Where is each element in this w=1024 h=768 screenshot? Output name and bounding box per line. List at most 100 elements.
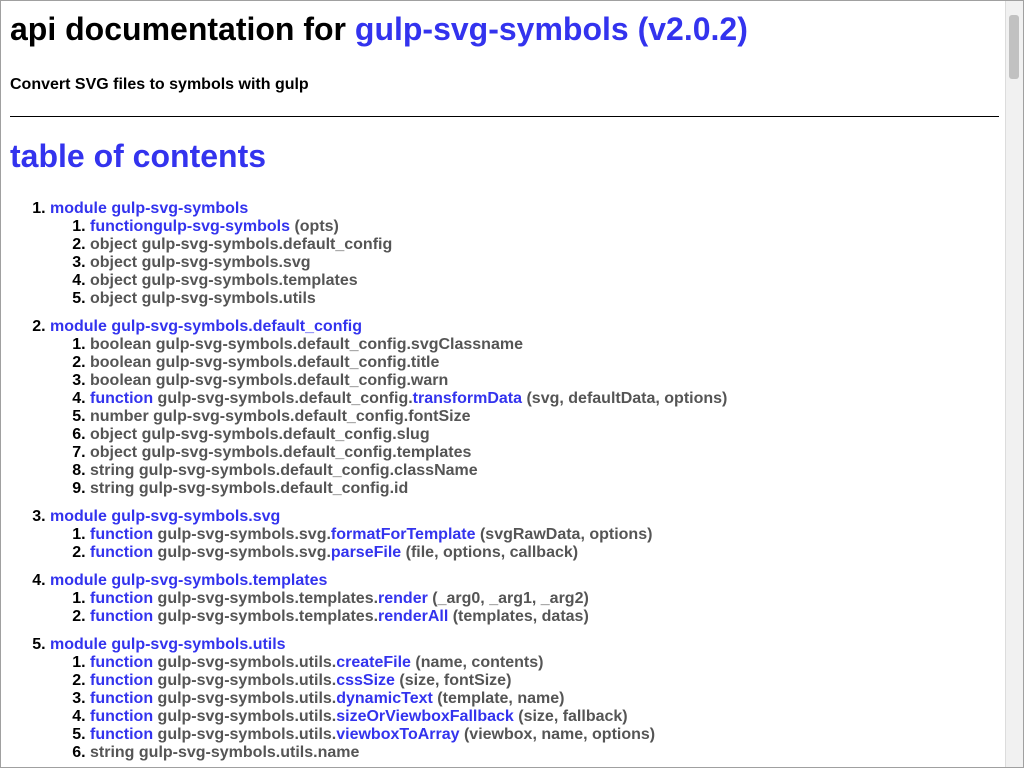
member-path: gulp-svg-symbols.default_config. <box>153 390 413 407</box>
member-type-link[interactable]: function <box>90 690 153 707</box>
member-name-link[interactable]: transformData <box>413 390 522 407</box>
toc-member-list: function gulp-svg-symbols.templates.rend… <box>50 590 999 626</box>
page: api documentation for gulp-svg-symbols (… <box>10 1 999 767</box>
toc-module-list: module gulp-svg-symbolsfunctiongulp-svg-… <box>10 200 999 762</box>
toc-member: function gulp-svg-symbols.svg.parseFile … <box>90 544 999 562</box>
toc-module: module gulp-svg-symbols.default_configbo… <box>50 318 999 498</box>
member-path: gulp-svg-symbols.templates. <box>153 608 379 625</box>
member-name-link[interactable]: cssSize <box>336 672 395 689</box>
member-path: object gulp-svg-symbols.default_config.t… <box>90 444 472 461</box>
toc-member-list: boolean gulp-svg-symbols.default_config.… <box>50 336 999 498</box>
toc-member: function gulp-svg-symbols.utils.dynamicT… <box>90 690 999 708</box>
toc-module-link[interactable]: module gulp-svg-symbols <box>50 200 248 217</box>
member-path: number gulp-svg-symbols.default_config.f… <box>90 408 471 425</box>
toc-module: module gulp-svg-symbols.utilsfunction gu… <box>50 636 999 762</box>
member-type-link[interactable]: function <box>90 608 153 625</box>
member-name-link[interactable]: renderAll <box>378 608 448 625</box>
toc-member: function gulp-svg-symbols.utils.createFi… <box>90 654 999 672</box>
member-signature: (template, name) <box>432 690 565 707</box>
toc-member: functiongulp-svg-symbols (opts) <box>90 218 999 236</box>
member-type-link[interactable]: function <box>90 708 153 725</box>
member-path: gulp-svg-symbols.utils. <box>153 726 337 743</box>
toc-module: module gulp-svg-symbols.templatesfunctio… <box>50 572 999 626</box>
toc-member: object gulp-svg-symbols.svg <box>90 254 999 272</box>
member-type-link[interactable]: function <box>90 590 153 607</box>
toc-member-list: function gulp-svg-symbols.svg.formatForT… <box>50 526 999 562</box>
toc-member: function gulp-svg-symbols.utils.sizeOrVi… <box>90 708 999 726</box>
member-path: gulp-svg-symbols.utils. <box>153 708 337 725</box>
toc-member: object gulp-svg-symbols.default_config.t… <box>90 444 999 462</box>
member-name-link[interactable]: gulp-svg-symbols <box>153 218 290 235</box>
toc-heading: table of contents <box>10 138 267 174</box>
toc-member-list: function gulp-svg-symbols.utils.createFi… <box>50 654 999 762</box>
page-title: api documentation for gulp-svg-symbols (… <box>10 10 999 48</box>
member-signature: (viewbox, name, options) <box>459 726 656 743</box>
member-signature: (svgRawData, options) <box>475 526 653 543</box>
member-type-link[interactable]: function <box>90 218 153 235</box>
package-link[interactable]: gulp-svg-symbols (v2.0.2) <box>355 11 748 47</box>
member-path: object gulp-svg-symbols.templates <box>90 272 358 289</box>
toc-module-link[interactable]: module gulp-svg-symbols.utils <box>50 636 286 653</box>
member-name-link[interactable]: createFile <box>336 654 411 671</box>
toc-member: object gulp-svg-symbols.default_config.s… <box>90 426 999 444</box>
toc-member: function gulp-svg-symbols.templates.rend… <box>90 590 999 608</box>
toc-member: boolean gulp-svg-symbols.default_config.… <box>90 336 999 354</box>
member-path: gulp-svg-symbols.utils. <box>153 690 337 707</box>
member-name-link[interactable]: viewboxToArray <box>336 726 459 743</box>
toc-member: object gulp-svg-symbols.utils <box>90 290 999 308</box>
toc-module-link[interactable]: module gulp-svg-symbols.default_config <box>50 318 362 335</box>
vertical-scrollbar[interactable] <box>1005 1 1023 767</box>
toc-member-list: functiongulp-svg-symbols (opts)object gu… <box>50 218 999 308</box>
member-type-link[interactable]: function <box>90 726 153 743</box>
toc-module-link[interactable]: module gulp-svg-symbols.templates <box>50 572 327 589</box>
toc-member: string gulp-svg-symbols.default_config.c… <box>90 462 999 480</box>
package-description: Convert SVG files to symbols with gulp <box>10 76 309 93</box>
member-path: object gulp-svg-symbols.utils <box>90 290 316 307</box>
toc-member: function gulp-svg-symbols.templates.rend… <box>90 608 999 626</box>
member-type-link[interactable]: function <box>90 526 153 543</box>
member-path: boolean gulp-svg-symbols.default_config.… <box>90 354 440 371</box>
toc-member: string gulp-svg-symbols.default_config.i… <box>90 480 999 498</box>
member-signature: (svg, defaultData, options) <box>522 390 728 407</box>
member-path: string gulp-svg-symbols.utils.name <box>90 744 360 761</box>
member-signature: (opts) <box>290 218 339 235</box>
toc-member: function gulp-svg-symbols.default_config… <box>90 390 999 408</box>
member-path: gulp-svg-symbols.utils. <box>153 654 337 671</box>
member-name-link[interactable]: render <box>378 590 428 607</box>
member-path: string gulp-svg-symbols.default_config.c… <box>90 462 478 479</box>
toc-member: object gulp-svg-symbols.default_config <box>90 236 999 254</box>
member-path: boolean gulp-svg-symbols.default_config.… <box>90 336 523 353</box>
divider <box>10 116 999 117</box>
member-signature: (_arg0, _arg1, _arg2) <box>427 590 589 607</box>
toc-member: boolean gulp-svg-symbols.default_config.… <box>90 372 999 390</box>
toc-module: module gulp-svg-symbols.svgfunction gulp… <box>50 508 999 562</box>
toc-member: boolean gulp-svg-symbols.default_config.… <box>90 354 999 372</box>
member-name-link[interactable]: sizeOrViewboxFallback <box>336 708 514 725</box>
member-path: object gulp-svg-symbols.default_config.s… <box>90 426 430 443</box>
member-signature: (name, contents) <box>410 654 544 671</box>
member-type-link[interactable]: function <box>90 672 153 689</box>
member-signature: (size, fontSize) <box>394 672 512 689</box>
member-path: object gulp-svg-symbols.default_config <box>90 236 393 253</box>
scrollbar-thumb[interactable] <box>1009 15 1019 79</box>
member-name-link[interactable]: parseFile <box>331 544 401 561</box>
member-path: gulp-svg-symbols.utils. <box>153 672 337 689</box>
toc-member: object gulp-svg-symbols.templates <box>90 272 999 290</box>
member-path: gulp-svg-symbols.svg. <box>153 526 331 543</box>
member-path: object gulp-svg-symbols.svg <box>90 254 311 271</box>
member-type-link[interactable]: function <box>90 654 153 671</box>
member-path: gulp-svg-symbols.svg. <box>153 544 331 561</box>
member-name-link[interactable]: formatForTemplate <box>331 526 476 543</box>
member-signature: (size, fallback) <box>513 708 628 725</box>
toc-member: function gulp-svg-symbols.svg.formatForT… <box>90 526 999 544</box>
member-name-link[interactable]: dynamicText <box>336 690 433 707</box>
toc-member: number gulp-svg-symbols.default_config.f… <box>90 408 999 426</box>
member-type-link[interactable]: function <box>90 390 153 407</box>
member-signature: (file, options, callback) <box>401 544 579 561</box>
member-path: boolean gulp-svg-symbols.default_config.… <box>90 372 449 389</box>
member-type-link[interactable]: function <box>90 544 153 561</box>
toc-member: string gulp-svg-symbols.utils.name <box>90 744 999 762</box>
toc-module-link[interactable]: module gulp-svg-symbols.svg <box>50 508 280 525</box>
member-path: gulp-svg-symbols.templates. <box>153 590 379 607</box>
member-path: string gulp-svg-symbols.default_config.i… <box>90 480 409 497</box>
